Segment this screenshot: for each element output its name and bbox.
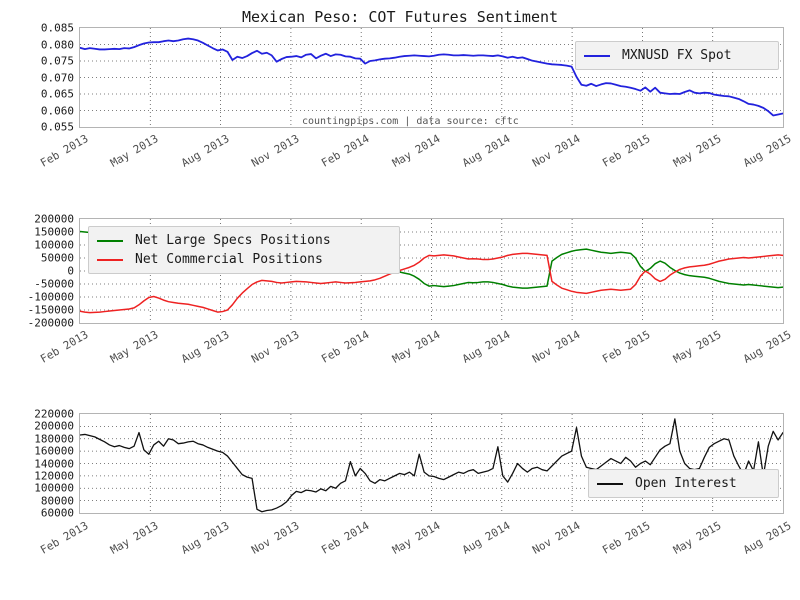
xtick-label: May 2014 — [389, 132, 442, 170]
legend-item-mxnusd-fx-spot[interactable]: MXNUSD FX Spot — [584, 46, 770, 65]
xtick-label: May 2015 — [670, 519, 724, 557]
xtick-label: May 2013 — [108, 328, 161, 366]
legend-label-open-interest: Open Interest — [635, 476, 737, 491]
xtick-label: Nov 2014 — [530, 328, 583, 366]
xtick-label: Feb 2015 — [600, 328, 653, 366]
legend-swatch-net-commercial — [97, 258, 123, 261]
xtick-label: May 2014 — [389, 328, 442, 366]
legend-label-net-commercial: Net Commercial Positions — [135, 252, 323, 267]
legend-item-net-large-specs[interactable]: Net Large Specs Positions — [97, 231, 391, 250]
legend-item-open-interest[interactable]: Open Interest — [597, 474, 770, 493]
xtick-label: Aug 2014 — [459, 519, 513, 557]
xtick-label: Aug 2014 — [459, 328, 513, 366]
xtick-label: Nov 2014 — [530, 519, 583, 557]
panel-open-interest: 220000 200000 180000 160000 140000 120000 1000… — [0, 395, 800, 600]
watermark-text: countingpips.com | data source: cftc — [302, 116, 519, 127]
xtick-label: Feb 2015 — [600, 132, 653, 170]
legend-swatch-open-interest — [597, 482, 623, 485]
legend-item-net-commercial[interactable]: Net Commercial Positions — [97, 250, 391, 269]
legend-fx-spot[interactable]: MXNUSD FX Spot — [575, 41, 779, 70]
xtick-label: Aug 2015 — [741, 519, 794, 557]
legend-swatch-net-large-specs — [97, 239, 123, 242]
xtick-label: Nov 2013 — [249, 519, 302, 557]
xtick-label: Aug 2015 — [741, 132, 794, 170]
legend-net-positions[interactable]: Net Large Specs Positions Net Commercial… — [88, 226, 400, 274]
xtick-label: Nov 2013 — [249, 132, 302, 170]
panel-fx-spot: Mexican Peso: COT Futures Sentiment 0.08… — [0, 0, 800, 200]
xtick-label: Aug 2013 — [178, 132, 232, 170]
xtick-label: Aug 2013 — [178, 519, 232, 557]
legend-label-net-large-specs: Net Large Specs Positions — [135, 233, 331, 248]
xtick-label: Feb 2013 — [38, 328, 91, 366]
xtick-label: May 2014 — [389, 519, 442, 557]
xtick-label: Feb 2015 — [600, 519, 653, 557]
xtick-label: Aug 2013 — [178, 328, 232, 366]
legend-label-mxnusd-fx-spot: MXNUSD FX Spot — [622, 48, 732, 63]
legend-open-interest[interactable]: Open Interest — [588, 469, 779, 498]
xtick-label: May 2013 — [108, 132, 161, 170]
cot-sentiment-figure: Mexican Peso: COT Futures Sentiment 0.08… — [0, 0, 800, 600]
xtick-label: Feb 2014 — [319, 519, 372, 557]
xtick-label: May 2015 — [670, 328, 724, 366]
xtick-label: Aug 2015 — [741, 328, 794, 366]
panel-net-positions: 200000 150000 100000 50000 0 -50000 -100000 -15… — [0, 200, 800, 395]
xtick-label: May 2015 — [670, 132, 724, 170]
xtick-label: Nov 2013 — [249, 328, 302, 366]
xtick-label: Feb 2013 — [38, 132, 91, 170]
xaxis-labels-fx-spot: Feb 2013 May 2013 Aug 2013 Nov 2013 Feb 2014… — [0, 0, 800, 200]
xtick-label: May 2013 — [108, 519, 161, 557]
xtick-label: Feb 2014 — [319, 328, 372, 366]
xtick-label: Feb 2013 — [38, 519, 91, 557]
xtick-label: Nov 2014 — [530, 132, 583, 170]
xtick-label: Feb 2014 — [319, 132, 372, 170]
legend-swatch-mxnusd-fx-spot — [584, 54, 610, 57]
xtick-label: Aug 2014 — [459, 132, 513, 170]
